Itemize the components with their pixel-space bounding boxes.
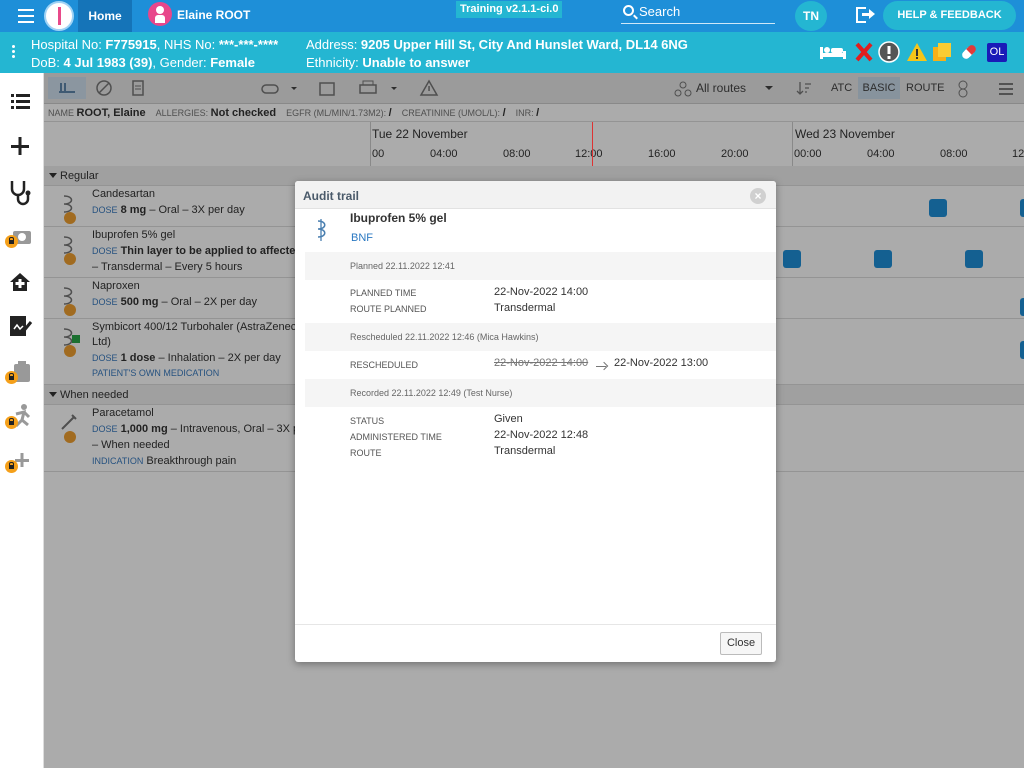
- field-label: PLANNED TIME: [350, 288, 417, 298]
- field-label: RESCHEDULED: [350, 360, 419, 370]
- more-options-icon[interactable]: [12, 45, 15, 60]
- status-value: Given: [494, 413, 523, 425]
- sidebar-item-clinical[interactable]: [0, 169, 44, 213]
- field-label: ADMINISTERED TIME: [350, 432, 442, 442]
- search-label: Search: [639, 4, 681, 19]
- search-field[interactable]: Search: [621, 4, 775, 24]
- menu-icon[interactable]: [18, 9, 34, 23]
- stethoscope-icon: [10, 181, 31, 206]
- sidebar-item-camera[interactable]: [0, 215, 44, 259]
- app-logo: [44, 1, 74, 31]
- sidebar-item-signature[interactable]: [0, 305, 44, 349]
- logout-icon[interactable]: [856, 7, 875, 23]
- medication-name: Ibuprofen 5% gel: [350, 211, 447, 225]
- current-time-line: [592, 122, 593, 166]
- search-icon: [623, 5, 634, 16]
- patient-name[interactable]: Elaine ROOT: [177, 0, 250, 30]
- lock-icon: [5, 371, 18, 384]
- bnf-link[interactable]: BNF: [351, 232, 373, 244]
- patient-banner: Hospital No: F775915, NHS No: ***-***-**…: [0, 32, 1024, 73]
- female-patient-icon: [148, 2, 172, 26]
- training-version-badge: Training v2.1.1-ci.0: [456, 1, 563, 18]
- planned-time-value: 22-Nov-2022 14:00: [494, 286, 589, 298]
- route-planned-value: Transdermal: [494, 302, 556, 314]
- top-navigation-bar: Home Elaine ROOT Training v2.1.1-ci.0 Se…: [0, 0, 1024, 32]
- medication-pill-icon[interactable]: [958, 41, 980, 63]
- dialog-title: Audit trail: [303, 189, 359, 203]
- sidebar-item-add-locked[interactable]: [0, 440, 44, 484]
- sidebar-item-clipboard[interactable]: [0, 350, 44, 394]
- ol-badge[interactable]: OL: [987, 43, 1007, 62]
- plus-icon: [11, 137, 29, 155]
- rescheduled-new-time: 22-Nov-2022 13:00: [614, 357, 709, 369]
- home-button[interactable]: Home: [78, 0, 132, 32]
- arrow-right-icon: [596, 366, 606, 367]
- help-feedback-button[interactable]: HELP & FEEDBACK: [883, 1, 1016, 30]
- route-value: Transdermal: [494, 445, 556, 457]
- nhs-number: ***-***-****: [218, 37, 279, 52]
- date-of-birth: 4 Jul 1983 (39): [63, 55, 153, 70]
- audit-event-rescheduled: Rescheduled 22.11.2022 12:46 (Mica Hawki…: [305, 323, 776, 351]
- lock-icon: [5, 235, 18, 248]
- left-sidebar: [0, 73, 44, 768]
- sidebar-item-add[interactable]: [0, 124, 44, 168]
- notes-icon[interactable]: [931, 41, 953, 63]
- audit-trail-dialog: Audit trail × Ibuprofen 5% gel BNF Plann…: [295, 181, 776, 662]
- sidebar-item-list[interactable]: [0, 79, 44, 123]
- patient-address: Address: 9205 Upper Hill St, City And Hu…: [306, 37, 688, 70]
- administered-time-value: 22-Nov-2022 12:48: [494, 429, 589, 441]
- audit-event-recorded: Recorded 22.11.2022 12:49 (Test Nurse): [305, 379, 776, 407]
- dialog-footer: Close: [295, 624, 776, 662]
- list-icon: [11, 94, 30, 109]
- lock-icon: [5, 460, 18, 473]
- medication-icon: [317, 219, 326, 241]
- resuscitation-x-icon[interactable]: [853, 41, 875, 63]
- hospital-number: F775915: [105, 37, 157, 52]
- close-icon[interactable]: ×: [750, 188, 766, 204]
- lock-icon: [5, 416, 18, 429]
- info-alert-icon[interactable]: [878, 41, 900, 63]
- house-medical-icon: [10, 273, 30, 291]
- close-button[interactable]: Close: [720, 632, 762, 655]
- sign-document-icon: [10, 316, 33, 336]
- field-label: ROUTE PLANNED: [350, 304, 427, 314]
- sidebar-item-home-care[interactable]: [0, 260, 44, 304]
- patient-identifiers: Hospital No: F775915, NHS No: ***-***-**…: [31, 37, 279, 70]
- user-avatar[interactable]: TN: [795, 1, 827, 31]
- field-label: STATUS: [350, 416, 385, 426]
- dialog-header: Audit trail ×: [295, 181, 776, 209]
- audit-event-planned: Planned 22.11.2022 12:41: [305, 252, 776, 280]
- warning-icon[interactable]: [906, 41, 928, 63]
- field-label: ROUTE: [350, 448, 382, 458]
- sidebar-item-activity[interactable]: [0, 395, 44, 439]
- bed-icon[interactable]: [818, 41, 848, 63]
- rescheduled-old-time: 22-Nov-2022 14:00: [494, 357, 589, 369]
- gender: Female: [210, 55, 256, 70]
